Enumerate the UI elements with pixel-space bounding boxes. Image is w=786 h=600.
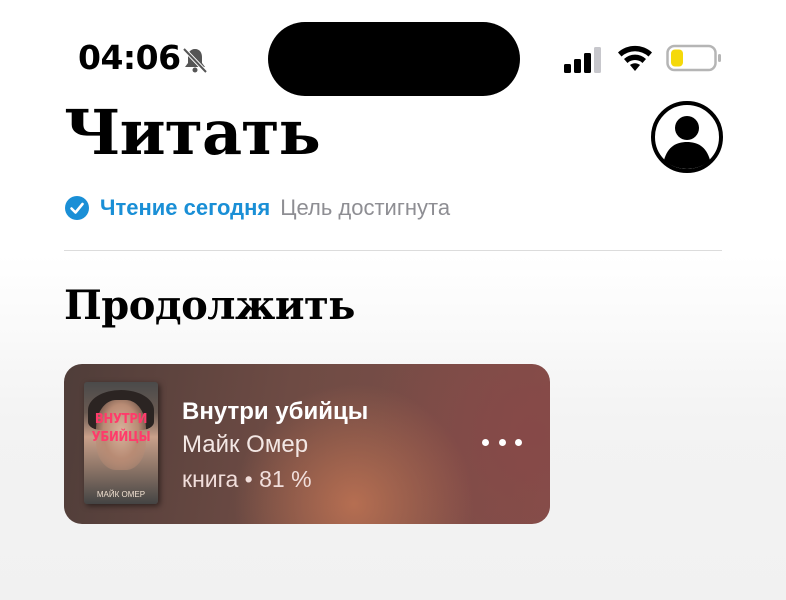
dot	[515, 438, 522, 446]
dot	[482, 438, 489, 446]
cover-title-line2: УБИЙЦЫ	[91, 430, 151, 445]
bell-slash-icon	[182, 47, 208, 74]
dynamic-island	[268, 22, 520, 96]
status-bar: 04:06	[0, 0, 786, 100]
book-cover[interactable]: ВНУТРИ УБИЙЦЫ МАЙК ОМЕР	[84, 382, 158, 504]
divider	[64, 250, 722, 251]
book-title: Внутри убийцы	[182, 398, 369, 425]
status-time: 04:06	[78, 38, 181, 77]
cover-author: МАЙК ОМЕР	[96, 490, 146, 499]
dot	[498, 438, 506, 446]
person-circle-icon[interactable]	[650, 100, 724, 174]
book-progress: книга • 81 %	[182, 466, 312, 492]
cellular-signal-icon	[564, 47, 601, 73]
wifi-icon	[618, 45, 652, 71]
reading-goal-status: Цель достигнута	[280, 195, 451, 220]
continue-book-card[interactable]: ВНУТРИ УБИЙЦЫ МАЙК ОМЕР Внутри убийцы Ма…	[64, 364, 550, 524]
ellipsis-icon[interactable]	[482, 430, 522, 454]
book-info: Внутри убийцы Майк Омер книга • 81 %	[182, 396, 368, 496]
book-author: Майк Омер	[182, 431, 309, 458]
reading-goal-row[interactable]: Чтение сегодня Цель достигнута	[64, 194, 450, 222]
checkmark-circle-icon	[65, 196, 89, 220]
page-title: Читать	[64, 96, 321, 169]
reading-goal-label: Чтение сегодня	[100, 195, 271, 220]
cover-title-line1: ВНУТРИ	[94, 412, 148, 427]
battery-low-icon	[666, 44, 721, 72]
continue-section-title: Продолжить	[64, 282, 355, 329]
